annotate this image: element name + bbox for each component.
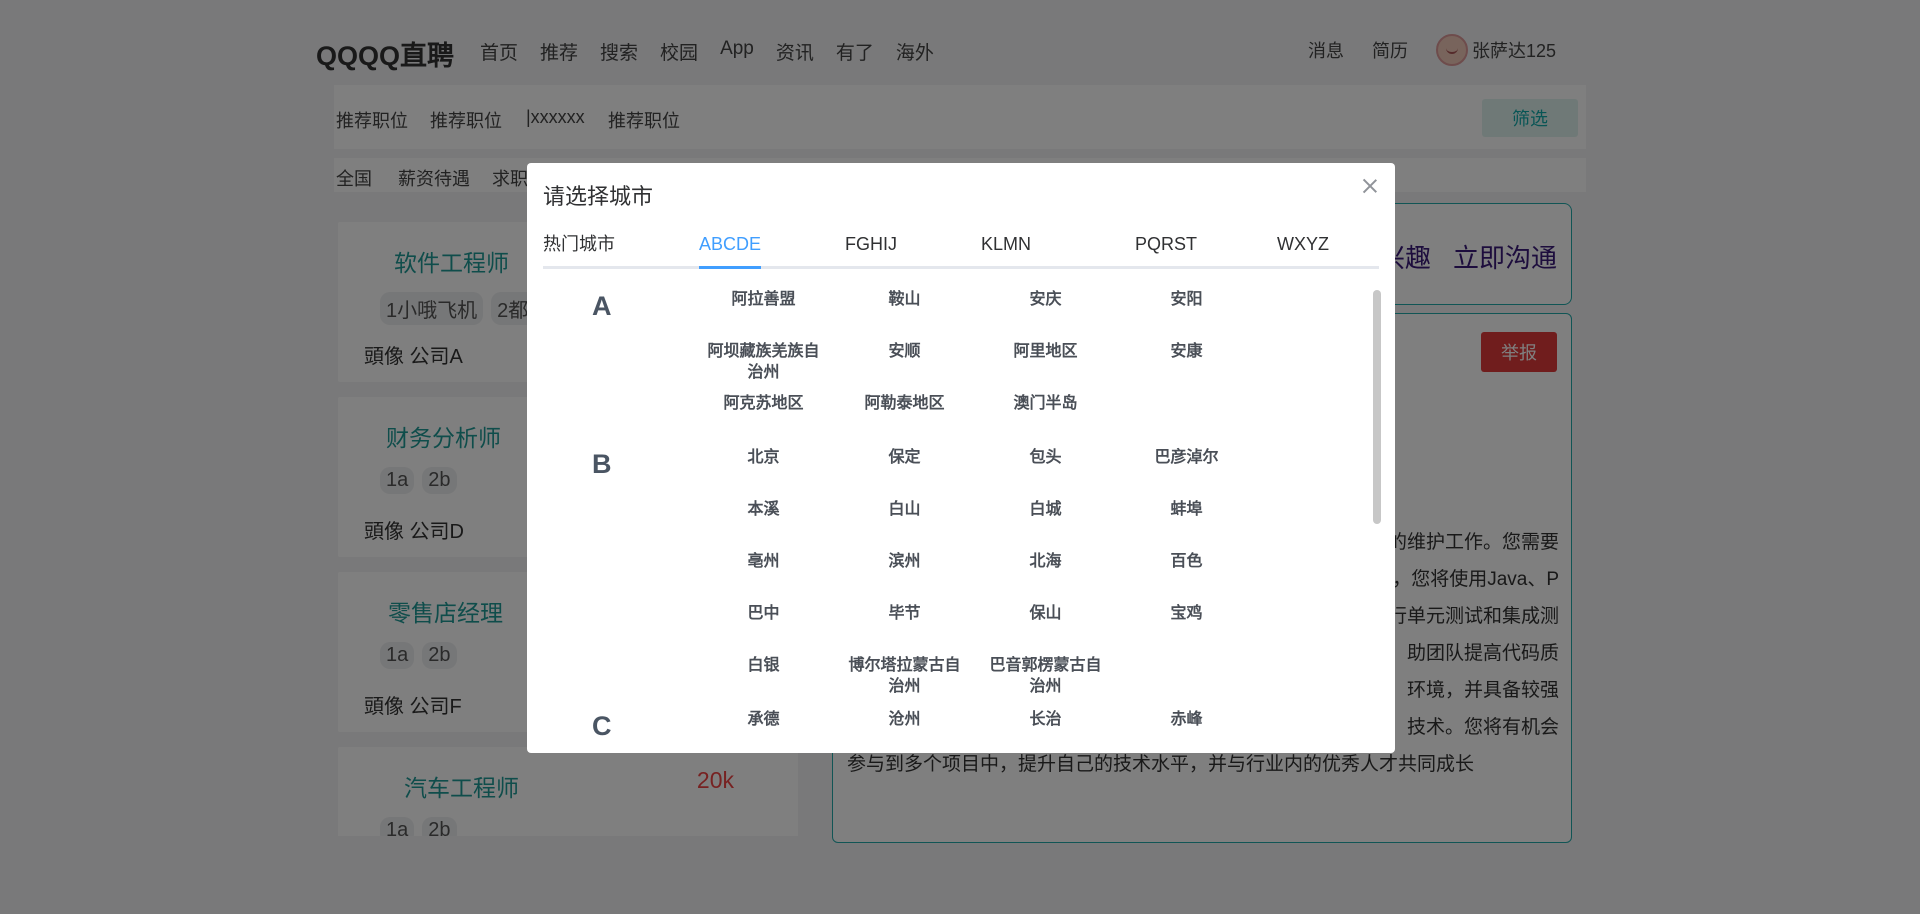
city-option[interactable]: 赤峰 [1116, 709, 1257, 739]
city-option[interactable]: 白山 [834, 499, 975, 551]
city-option[interactable]: 宝鸡 [1116, 603, 1257, 655]
city-list-scrollbar[interactable] [1373, 290, 1381, 524]
city-option[interactable]: 滨州 [834, 551, 975, 603]
city-group: B 北京 保定 包头 巴彦淖尔本溪 白山 白城 蚌埠亳州 滨州 北海 百色巴中 毕节 保山 宝鸡白银 博尔塔… [543, 447, 1379, 707]
tab-pqrst[interactable]: PQRST [1135, 229, 1197, 269]
city-option[interactable]: 沧州 [834, 709, 975, 739]
city-grid: 北京 保定 包头 巴彦淖尔本溪 白山 白城 蚌埠亳州 滨州 北海 百色巴中 毕节 保山 宝鸡白银 博尔塔拉… [693, 447, 1379, 707]
tab-klmn[interactable]: KLMN [981, 229, 1031, 269]
city-option[interactable]: 安顺 [834, 341, 975, 393]
city-option[interactable]: 博尔塔拉蒙古自治州 [834, 655, 975, 707]
city-option[interactable]: 澳门半岛 [975, 393, 1116, 445]
tab-abcde[interactable]: ABCDE [699, 229, 762, 269]
city-option[interactable]: 安庆 [975, 289, 1116, 341]
city-option[interactable]: 巴彦淖尔 [1116, 447, 1257, 499]
city-option[interactable]: 包头 [975, 447, 1116, 499]
city-option[interactable]: 巴中 [693, 603, 834, 655]
close-icon[interactable] [1361, 177, 1379, 195]
group-letter: B [592, 449, 612, 479]
group-letter: C [592, 711, 612, 739]
city-option[interactable]: 亳州 [693, 551, 834, 603]
city-grid: 阿拉善盟 鞍山 安庆 安阳阿坝藏族羌族自治州 安顺 阿里地区 安康阿克苏地区 阿勒泰地区 澳门半… [693, 289, 1379, 445]
city-picker-dialog: 请选择城市 热门城市 ABCDE FGHIJ KLMN PQRST WXYZ A… [527, 163, 1395, 753]
city-option[interactable]: 阿拉善盟 [693, 289, 834, 341]
city-option[interactable]: 巴音郭楞蒙古自治州 [975, 655, 1116, 707]
tab-fghij[interactable]: FGHIJ [845, 229, 897, 269]
city-option[interactable]: 本溪 [693, 499, 834, 551]
city-group: A 阿拉善盟 鞍山 安庆 安阳阿坝藏族羌族自治州 安顺 阿里地区 安康阿克苏地区 阿勒泰地区 澳门… [543, 289, 1379, 445]
city-tabs: 热门城市 ABCDE FGHIJ KLMN PQRST WXYZ [543, 229, 1379, 269]
city-option[interactable]: 长治 [975, 709, 1116, 739]
city-option[interactable]: 安阳 [1116, 289, 1257, 341]
city-option[interactable]: 白银 [693, 655, 834, 707]
city-option[interactable]: 毕节 [834, 603, 975, 655]
city-list: A 阿拉善盟 鞍山 安庆 安阳阿坝藏族羌族自治州 安顺 阿里地区 安康阿克苏地区 阿勒泰地区 澳门… [543, 289, 1379, 739]
dialog-title: 请选择城市 [543, 184, 654, 209]
tab-wxyz[interactable]: WXYZ [1277, 229, 1329, 269]
tab-hot-cities[interactable]: 热门城市 [543, 229, 615, 269]
city-option[interactable]: 阿勒泰地区 [834, 393, 975, 445]
city-option[interactable]: 鞍山 [834, 289, 975, 341]
city-option[interactable]: 保定 [834, 447, 975, 499]
city-option[interactable]: 白城 [975, 499, 1116, 551]
city-option[interactable]: 阿里地区 [975, 341, 1116, 393]
city-option[interactable]: 安康 [1116, 341, 1257, 393]
city-option[interactable]: 北海 [975, 551, 1116, 603]
city-grid: 承德沧州长治赤峰长春 [693, 709, 1379, 739]
city-option[interactable]: 北京 [693, 447, 834, 499]
city-option[interactable]: 阿坝藏族羌族自治州 [693, 341, 834, 393]
city-group: C 承德沧州长治赤峰长春 [543, 709, 1379, 739]
city-option[interactable]: 阿克苏地区 [693, 393, 834, 445]
city-option[interactable]: 保山 [975, 603, 1116, 655]
city-option[interactable]: 承德 [693, 709, 834, 739]
city-option[interactable]: 百色 [1116, 551, 1257, 603]
city-option[interactable]: 蚌埠 [1116, 499, 1257, 551]
group-letter: A [592, 291, 612, 321]
